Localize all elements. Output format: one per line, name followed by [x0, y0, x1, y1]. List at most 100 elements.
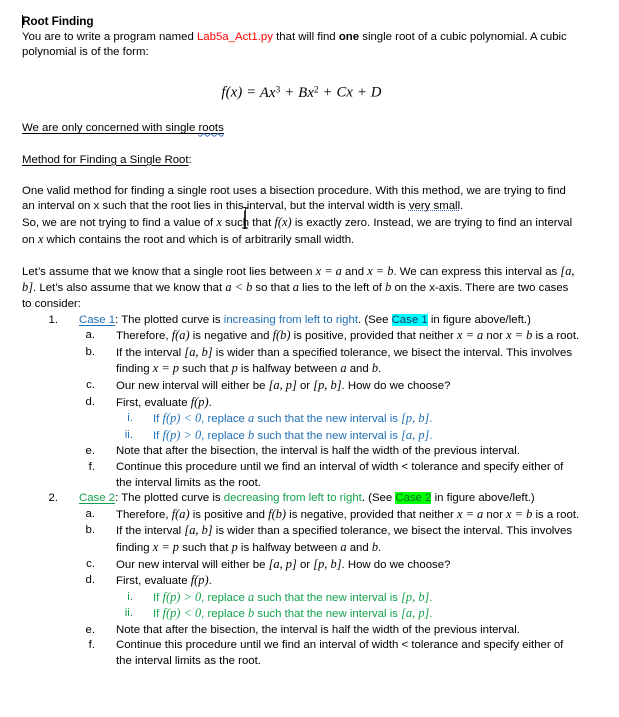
case-2-marker: 2.	[48, 492, 59, 505]
text-insertion-caret	[22, 15, 24, 28]
c2c-p1: Our new interval will either be	[116, 558, 269, 571]
c1a-p4: nor	[483, 330, 507, 343]
c1i-p3: such that the new interval is	[254, 413, 402, 426]
c2i-m1: f(p) > 0	[162, 589, 202, 604]
c1b-m2: x = p	[152, 361, 179, 376]
case-2-item-b-marker: b.	[85, 524, 96, 537]
math-a-lt-b: a < b	[225, 280, 253, 295]
single-roots-note: We are only concerned with single roots	[22, 121, 581, 137]
math-x-eq-a: x = a	[315, 263, 342, 278]
c1i-p4: .	[429, 413, 433, 426]
case-1-item-b-marker: b.	[85, 345, 96, 358]
method-heading: Method for Finding a Single Root:	[22, 153, 581, 169]
case-2-lead: : The plotted curve is	[115, 492, 224, 505]
case-1-item-a-marker: a.	[85, 329, 96, 342]
case-2-item-d-marker: d.	[85, 574, 96, 587]
case-2-label: Case 2	[79, 492, 116, 505]
c2ii-m1: f(p) < 0	[162, 606, 202, 621]
method-heading-colon: :	[188, 153, 192, 166]
c1d-m1: f(p)	[190, 394, 209, 409]
intro-text-after: that will find	[272, 30, 339, 43]
method-line1-text: One valid method for finding a single ro…	[22, 184, 566, 213]
equation-term1: Ax3	[259, 84, 281, 101]
c2a-m2: f(b)	[268, 506, 287, 521]
assume-d: . Let’s also assume that we know that	[33, 282, 226, 295]
c2a-p2: is positive and	[189, 508, 269, 521]
c2d-p1: First, evaluate	[116, 575, 191, 588]
c2a-m1: f(a)	[171, 506, 190, 521]
c1c-p1: Our new interval will either be	[116, 379, 269, 392]
c1c-p2: or	[296, 379, 314, 392]
spacer-5	[22, 248, 581, 264]
case-2-item-d: d. First, evaluate f(p).	[22, 573, 581, 590]
equation-term3: Cx	[336, 84, 354, 101]
c2c-m2: [p, b]	[313, 556, 342, 571]
case-1-item-f: f. Continue this procedure until we find …	[22, 460, 581, 491]
case-1-item-e-marker: e.	[85, 445, 96, 458]
c1a-m4: x = b	[506, 328, 533, 343]
c2c-p2: or	[296, 558, 314, 571]
c1i-m1: f(p) < 0	[162, 411, 202, 426]
case-2-subitem-ii: ii. If f(p) < 0, replace b such that the …	[22, 606, 581, 623]
case-2-item-e-marker: e.	[85, 623, 96, 636]
case-2-subitem-i: i. If f(p) > 0, replace a such that the n…	[22, 590, 581, 607]
method-line2-d: which contains the root and which is of …	[43, 233, 355, 246]
case-1-heading: 1. Case 1: The plotted curve is increasin…	[22, 313, 581, 329]
case-2-item-f-marker: f.	[88, 639, 95, 652]
case-2-item-a: a. Therefore, f(a) is positive and f(b) i…	[22, 507, 581, 524]
case-1-see-before: . (See	[358, 313, 392, 326]
c2a-p3: is negative, provided that neither	[286, 508, 457, 521]
case-1-direction: increasing from left to right	[223, 313, 359, 326]
grammar-flagged-phrase: very small	[408, 200, 461, 213]
c2i-p2: , replace	[201, 591, 249, 604]
c1a-m2: f(b)	[272, 328, 291, 343]
assume-a: Let’s assume that we know that a single …	[22, 265, 316, 278]
c2d-m1: f(p)	[190, 573, 209, 588]
case-2-see-after: in figure above/left.)	[431, 492, 535, 505]
intro-paragraph: You are to write a program named Lab5a_A…	[22, 30, 581, 61]
case-1-subitem-i-marker: i.	[127, 412, 133, 425]
c1i-p2: , replace	[201, 413, 249, 426]
c1e-text: Note that after the bisection, the inter…	[116, 445, 520, 458]
c2c-p3: . How do we choose?	[341, 558, 451, 571]
assume-f: lies to the left of	[299, 282, 386, 295]
c1ii-p4: .	[429, 429, 433, 442]
c2b-p5: and	[346, 541, 372, 554]
c1ii-p3: such that the new interval is	[254, 429, 402, 442]
c2i-p3: such that the new interval is	[254, 591, 402, 604]
case-1-subitem-ii: ii. If f(p) > 0, replace b such that the …	[22, 428, 581, 445]
case-2-item-c: c. Our new interval will either be [a, p]…	[22, 557, 581, 574]
c2b-p1: If the interval	[116, 525, 185, 538]
c1a-p1: Therefore,	[116, 330, 172, 343]
case-1-highlight: Case 1	[391, 313, 428, 326]
case-2-heading: 2. Case 2: The plotted curve is decreasin…	[22, 491, 581, 507]
c1b-p6: .	[378, 363, 382, 376]
c1d-p2: .	[208, 396, 212, 409]
c1a-p3: is positive, provided that neither	[290, 330, 457, 343]
equation-term4: D	[370, 84, 382, 101]
math-x-eq-b: x = b	[367, 263, 394, 278]
spacer-4	[22, 168, 581, 184]
spacer-3	[22, 137, 581, 153]
c1c-m2: [p, b]	[313, 377, 342, 392]
c1f-text: Continue this procedure until we find an…	[116, 460, 564, 489]
single-roots-text: We are only concerned with single	[22, 122, 199, 135]
c2d-p2: .	[208, 575, 212, 588]
c1b-p4: is halfway between	[237, 363, 341, 376]
misspelled-word: roots	[198, 122, 224, 135]
c2e-text: Note that after the bisection, the inter…	[116, 623, 520, 636]
case-1-item-a: a. Therefore, f(a) is negative and f(b) i…	[22, 328, 581, 345]
c1a-m3: x = a	[457, 328, 484, 343]
method-line2-a: So, we are not trying to find a value of	[22, 217, 217, 230]
case-1-see-after: in figure above/left.)	[427, 313, 531, 326]
c2b-m1: [a, b]	[184, 523, 213, 538]
c2a-p4: nor	[483, 508, 507, 521]
spacer-1	[22, 61, 581, 77]
case-2-subitem-i-marker: i.	[127, 590, 133, 603]
assume-paragraph: Let’s assume that we know that a single …	[22, 264, 581, 313]
method-line2-b: such that	[221, 217, 275, 230]
case-1-label: Case 1	[79, 313, 116, 326]
c1ii-p1: If	[153, 429, 163, 442]
equation-lhs: f(x) =	[221, 84, 260, 101]
case-1-item-d-marker: d.	[85, 395, 96, 408]
